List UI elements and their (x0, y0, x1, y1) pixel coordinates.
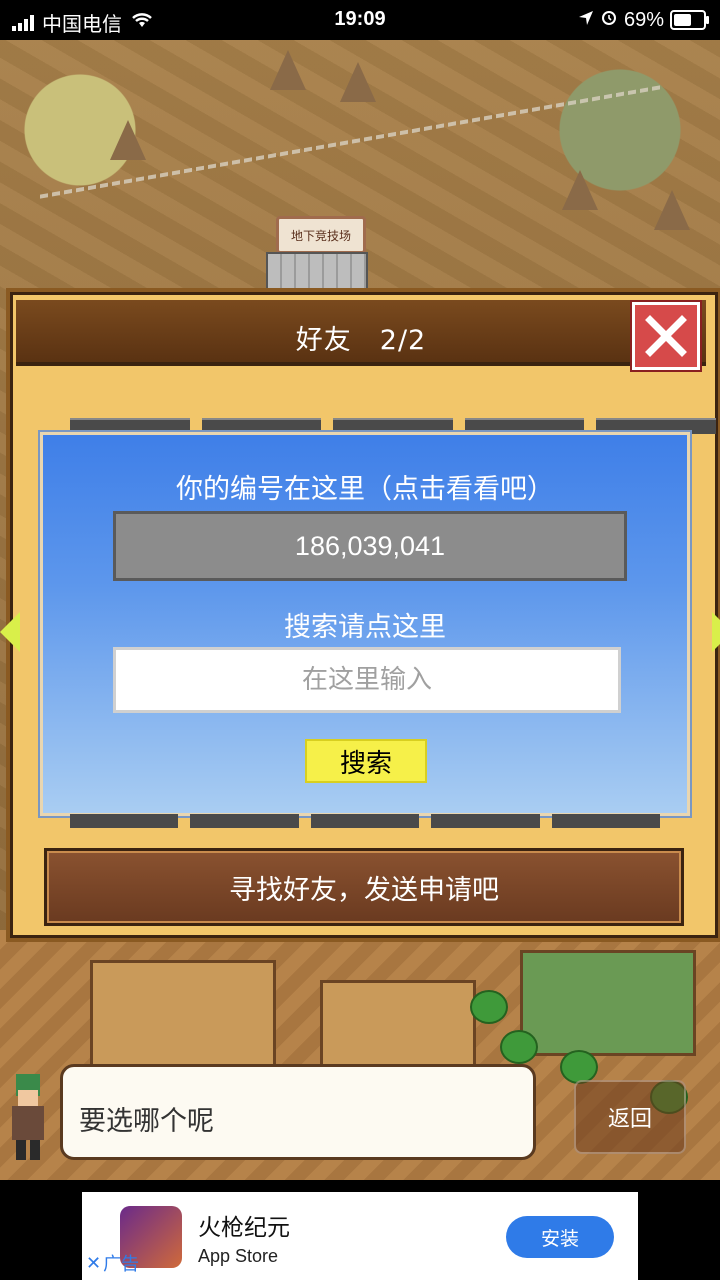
friend-search-panel: 你的编号在这里（点击看看吧） 186,039,041 搜索请点这里 搜索 (40, 432, 690, 816)
find-friends-button[interactable]: 寻找好友，发送申请吧 (44, 848, 684, 926)
arena-sign[interactable]: 地下竞技场 (276, 216, 366, 254)
search-button[interactable]: 搜索 (305, 739, 427, 783)
search-label: 搜索请点这里 (284, 612, 446, 643)
close-button[interactable] (632, 302, 700, 370)
ad-source: App Store (198, 1246, 279, 1266)
bush (500, 1030, 538, 1064)
back-button[interactable]: 返回 (574, 1080, 686, 1154)
house[interactable] (90, 960, 276, 1076)
alarm-icon (600, 8, 618, 32)
character-avatar (4, 1070, 52, 1164)
speech-bubble: 要选哪个呢 (60, 1064, 536, 1160)
friend-search-input[interactable] (113, 647, 621, 713)
dialog-header: 好友 2/2 (16, 300, 706, 370)
location-icon (578, 9, 594, 32)
rock (654, 190, 690, 230)
bush (560, 1050, 598, 1084)
rock (340, 62, 376, 102)
player-id-box[interactable]: 186,039,041 (113, 511, 627, 581)
rock (562, 170, 598, 210)
rock (110, 120, 146, 160)
previous-page-arrow-icon[interactable] (0, 612, 20, 652)
speech-text: 要选哪个呢 (79, 1106, 214, 1137)
friend-list-strip-bottom (70, 814, 661, 828)
close-icon[interactable]: ✕ (86, 1253, 101, 1274)
close-icon (645, 315, 687, 357)
battery-percent: 69% (623, 8, 664, 31)
install-button[interactable]: 安装 (506, 1216, 614, 1258)
ad-banner[interactable]: 火枪纪元 App Store 安装 ✕ 广告 (82, 1192, 638, 1280)
battery-icon (670, 10, 709, 30)
ad-close-control[interactable]: ✕ 广告 (86, 1250, 139, 1276)
ad-label: 广告 (103, 1254, 140, 1275)
ad-app-name: 火枪纪元 (198, 1215, 290, 1241)
dialog-title: 好友 2/2 (295, 325, 427, 356)
next-page-arrow-icon[interactable] (712, 612, 720, 652)
friend-dialog: 好友 2/2 你的编号在这里（点击看看吧） 186,039,041 搜索请点这里… (0, 288, 720, 942)
bush (470, 990, 508, 1024)
house[interactable] (520, 950, 696, 1056)
player-id-label: 你的编号在这里（点击看看吧） (176, 474, 554, 505)
status-bar: 中国电信 19:09 69% (0, 0, 720, 40)
rock (270, 50, 306, 90)
